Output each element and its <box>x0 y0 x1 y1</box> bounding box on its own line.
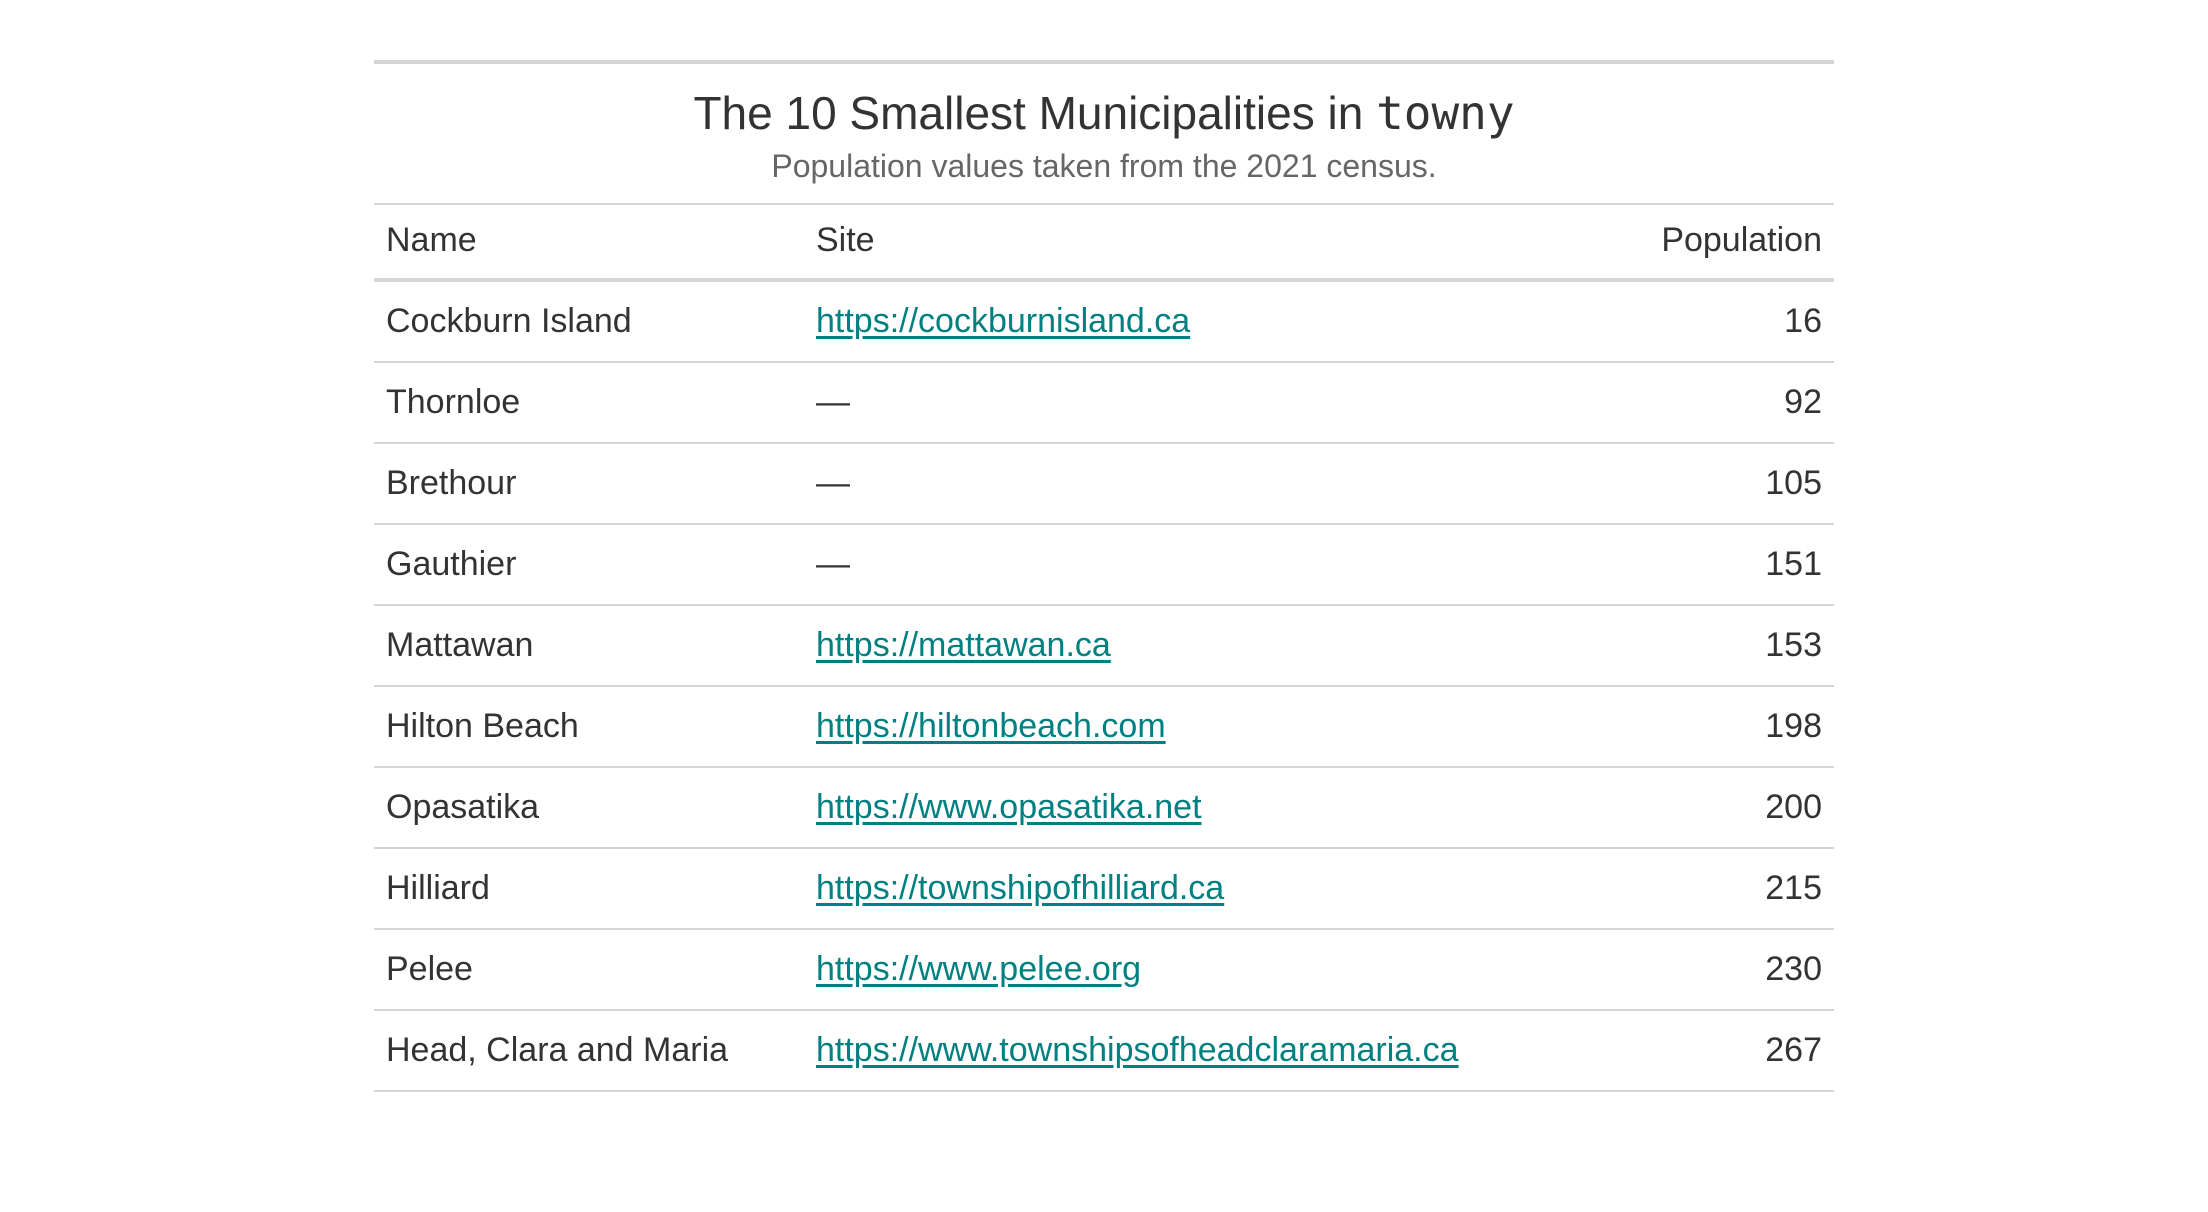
table-row: Thornloe — 92 <box>374 362 1834 443</box>
cell-population: 230 <box>1564 929 1834 1010</box>
table-row: Hilliard https://townshipofhilliard.ca 215 <box>374 848 1834 929</box>
title-prefix: The 10 Smallest Municipalities in <box>693 87 1376 139</box>
site-missing: — <box>816 464 850 502</box>
cell-population: 16 <box>1564 280 1834 362</box>
table-row: Hilton Beach https://hiltonbeach.com 198 <box>374 686 1834 767</box>
site-link[interactable]: https://www.opasatika.net <box>816 788 1202 826</box>
title-code: towny <box>1376 86 1514 140</box>
table-row: Head, Clara and Maria https://www.townshi… <box>374 1010 1834 1091</box>
cell-population: 105 <box>1564 443 1834 524</box>
site-link[interactable]: https://cockburnisland.ca <box>816 302 1190 340</box>
cell-site: https://cockburnisland.ca <box>804 280 1564 362</box>
site-link[interactable]: https://hiltonbeach.com <box>816 707 1166 745</box>
site-link[interactable]: https://www.pelee.org <box>816 950 1141 988</box>
table-row: Cockburn Island https://cockburnisland.ca… <box>374 280 1834 362</box>
col-header-population: Population <box>1564 204 1834 280</box>
top-rule <box>374 60 1834 64</box>
table-body: Cockburn Island https://cockburnisland.ca… <box>374 280 1834 1091</box>
cell-population: 153 <box>1564 605 1834 686</box>
cell-site: https://www.townshipsofheadclaramaria.ca <box>804 1010 1564 1091</box>
cell-population: 215 <box>1564 848 1834 929</box>
site-link[interactable]: https://mattawan.ca <box>816 626 1111 664</box>
cell-site: https://mattawan.ca <box>804 605 1564 686</box>
site-missing: — <box>816 545 850 583</box>
cell-site: — <box>804 524 1564 605</box>
table-row: Opasatika https://www.opasatika.net 200 <box>374 767 1834 848</box>
cell-name: Thornloe <box>374 362 804 443</box>
table-row: Brethour — 105 <box>374 443 1834 524</box>
cell-name: Cockburn Island <box>374 280 804 362</box>
cell-population: 92 <box>1564 362 1834 443</box>
cell-name: Brethour <box>374 443 804 524</box>
cell-name: Mattawan <box>374 605 804 686</box>
cell-name: Opasatika <box>374 767 804 848</box>
cell-site: — <box>804 362 1564 443</box>
page-title: The 10 Smallest Municipalities in towny <box>374 86 1834 140</box>
cell-population: 200 <box>1564 767 1834 848</box>
col-header-name: Name <box>374 204 804 280</box>
page-subtitle: Population values taken from the 2021 ce… <box>374 148 1834 185</box>
site-link[interactable]: https://townshipofhilliard.ca <box>816 869 1224 907</box>
col-header-site: Site <box>804 204 1564 280</box>
cell-name: Gauthier <box>374 524 804 605</box>
cell-population: 151 <box>1564 524 1834 605</box>
cell-name: Pelee <box>374 929 804 1010</box>
cell-site: — <box>804 443 1564 524</box>
cell-site: https://townshipofhilliard.ca <box>804 848 1564 929</box>
cell-population: 198 <box>1564 686 1834 767</box>
cell-name: Hilliard <box>374 848 804 929</box>
cell-name: Hilton Beach <box>374 686 804 767</box>
municipalities-table: Name Site Population Cockburn Island http… <box>374 203 1834 1092</box>
table-row: Gauthier — 151 <box>374 524 1834 605</box>
table-container: The 10 Smallest Municipalities in towny … <box>374 0 1834 1092</box>
site-link[interactable]: https://www.townshipsofheadclaramaria.ca <box>816 1031 1459 1069</box>
cell-population: 267 <box>1564 1010 1834 1091</box>
table-row: Pelee https://www.pelee.org 230 <box>374 929 1834 1010</box>
table-row: Mattawan https://mattawan.ca 153 <box>374 605 1834 686</box>
cell-site: https://www.pelee.org <box>804 929 1564 1010</box>
table-header-row: Name Site Population <box>374 204 1834 280</box>
site-missing: — <box>816 383 850 421</box>
cell-name: Head, Clara and Maria <box>374 1010 804 1091</box>
cell-site: https://hiltonbeach.com <box>804 686 1564 767</box>
cell-site: https://www.opasatika.net <box>804 767 1564 848</box>
